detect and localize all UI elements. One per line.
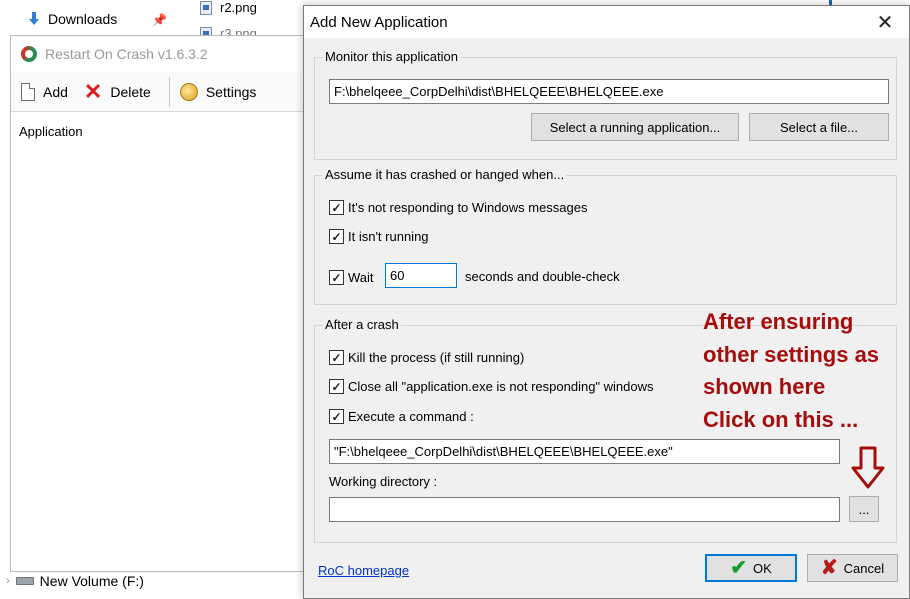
wait-label: Wait	[348, 270, 374, 285]
close-windows-checkbox-row[interactable]: ✓ Close all "application.exe is not resp…	[329, 379, 654, 394]
annotation-line: other settings as	[703, 341, 880, 367]
restart-on-crash-logo-icon	[21, 46, 37, 62]
toolbar-separator	[168, 76, 170, 107]
image-file-icon	[200, 0, 212, 15]
annotation-line: After ensuring	[703, 309, 854, 334]
select-running-application-label: Select a running application...	[549, 119, 721, 135]
select-file-label: Select a file...	[779, 119, 859, 135]
close-windows-label: Close all "application.exe is not respon…	[348, 379, 654, 394]
file-item[interactable]: r2.png	[200, 0, 257, 15]
nav-item-new-volume[interactable]: › New Volume (F:)	[6, 573, 144, 589]
drive-icon	[15, 577, 34, 585]
nav-item-downloads-label: Downloads	[48, 11, 118, 27]
not-running-checkbox-row[interactable]: ✓ It isn't running	[329, 229, 429, 244]
not-responding-checkbox[interactable]: ✓	[329, 200, 344, 215]
roc-homepage-link[interactable]: RoC homepage	[318, 563, 409, 578]
nav-item-new-volume-label: New Volume (F:)	[39, 573, 144, 589]
crash-conditions-group-title: Assume it has crashed or hanged when...	[323, 167, 567, 182]
not-responding-label: It's not responding to Windows messages	[348, 200, 588, 215]
wait-suffix-label: seconds and double-check	[465, 269, 620, 284]
browse-button-label: ...	[858, 501, 870, 517]
roc-toolbar: Add ✕ Delete Settings	[11, 72, 309, 112]
dialog-title: Add New Application	[310, 13, 448, 31]
select-file-button[interactable]: Select a file...	[749, 113, 889, 141]
not-running-label: It isn't running	[348, 229, 429, 244]
add-button[interactable]: Add	[17, 75, 80, 109]
execute-command-checkbox[interactable]: ✓	[329, 409, 344, 424]
restart-on-crash-window: Restart On Crash v1.6.3.2 Add ✕ Delete S…	[10, 35, 310, 572]
monitor-group-title: Monitor this application	[323, 49, 460, 64]
instruction-annotation: After ensuring other settings as shown h…	[703, 306, 879, 436]
cancel-button[interactable]: ✘ Cancel	[807, 554, 898, 582]
file-name: r2.png	[220, 0, 257, 15]
kill-process-checkbox[interactable]: ✓	[329, 350, 344, 365]
cancel-button-label: Cancel	[843, 560, 885, 576]
add-new-application-dialog: Add New Application ✕ Monitor this appli…	[303, 5, 910, 599]
roc-titlebar: Restart On Crash v1.6.3.2	[11, 36, 309, 72]
settings-button-label: Settings	[205, 83, 257, 100]
not-responding-checkbox-row[interactable]: ✓ It's not responding to Windows message…	[329, 200, 588, 215]
add-button-label: Add	[43, 83, 68, 100]
browse-button[interactable]: ...	[849, 496, 879, 522]
command-input[interactable]: "F:\bhelqeee_CorpDelhi\dist\BHELQEEE\BHE…	[329, 439, 840, 464]
application-path-input[interactable]: F:\bhelqeee_CorpDelhi\dist\BHELQEEE\BHEL…	[329, 79, 889, 104]
crash-conditions-group: Assume it has crashed or hanged when... …	[314, 167, 897, 305]
close-icon: ✕	[876, 11, 894, 34]
cancel-x-icon: ✘	[820, 557, 838, 579]
settings-button[interactable]: Settings	[176, 75, 269, 109]
delete-button[interactable]: ✕ Delete	[80, 75, 163, 109]
ok-button-label: OK	[752, 560, 772, 576]
download-arrow-icon	[29, 12, 39, 25]
delete-x-icon: ✕	[83, 78, 103, 104]
select-running-application-button[interactable]: Select a running application...	[531, 113, 739, 141]
application-list[interactable]: Application	[11, 114, 309, 571]
monitor-group: Monitor this application F:\bhelqeee_Cor…	[314, 49, 897, 160]
working-directory-label: Working directory :	[329, 474, 438, 489]
ok-button[interactable]: ✔ OK	[705, 554, 797, 582]
arrow-down-annotation-icon	[851, 446, 885, 489]
roc-window-title: Restart On Crash v1.6.3.2	[45, 46, 208, 62]
after-crash-group-title: After a crash	[323, 317, 401, 332]
execute-command-label: Execute a command :	[348, 409, 474, 424]
kill-process-checkbox-row[interactable]: ✓ Kill the process (if still running)	[329, 350, 524, 365]
chevron-right-icon[interactable]: ›	[6, 575, 10, 587]
working-directory-input[interactable]	[329, 497, 840, 522]
settings-icon	[179, 82, 198, 101]
delete-button-label: Delete	[110, 83, 151, 100]
close-button[interactable]: ✕	[869, 8, 901, 36]
annotation-line: shown here	[703, 374, 826, 399]
dialog-titlebar: Add New Application ✕	[304, 6, 909, 38]
checkmark-icon: ✔	[730, 557, 747, 579]
wait-checkbox[interactable]: ✓	[329, 270, 344, 285]
close-windows-checkbox[interactable]: ✓	[329, 379, 344, 394]
annotation-line: Click on this ...	[703, 406, 859, 432]
column-header-application[interactable]: Application	[19, 124, 83, 139]
not-running-checkbox[interactable]: ✓	[329, 229, 344, 244]
wait-checkbox-row[interactable]: ✓ Wait	[329, 270, 374, 285]
kill-process-label: Kill the process (if still running)	[348, 350, 525, 365]
wait-seconds-input[interactable]: 60	[385, 263, 457, 288]
nav-item-downloads[interactable]: Downloads	[26, 11, 117, 27]
execute-command-checkbox-row[interactable]: ✓ Execute a command :	[329, 409, 474, 424]
pin-icon: 📌	[152, 13, 167, 27]
new-document-icon	[21, 82, 35, 101]
